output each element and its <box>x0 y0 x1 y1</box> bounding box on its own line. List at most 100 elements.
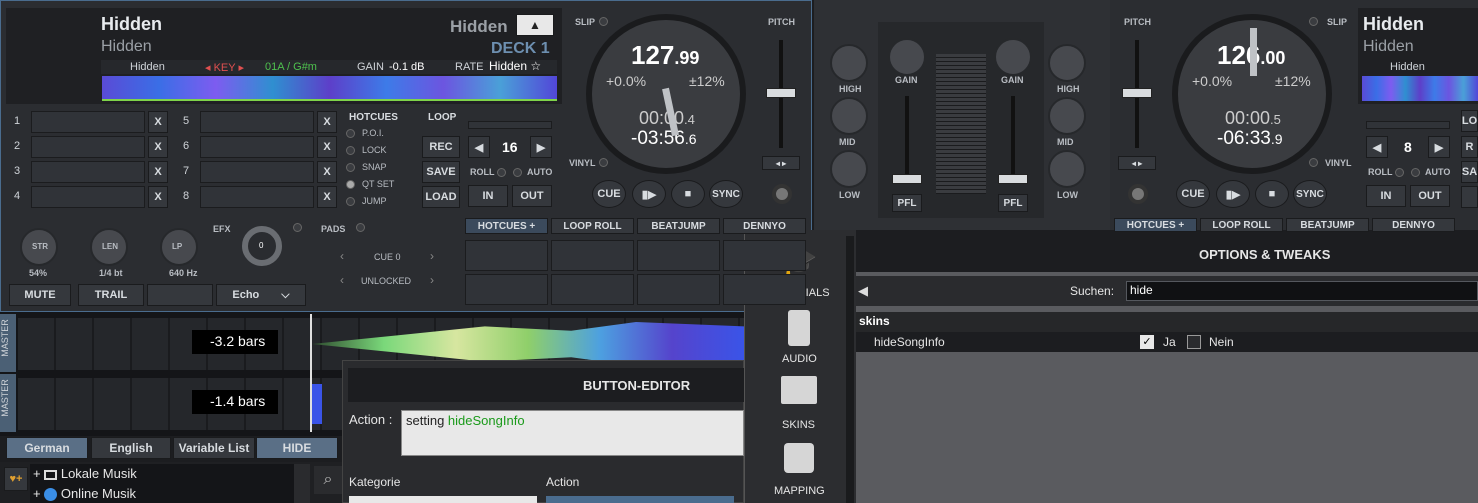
deck2-loop-out-button[interactable]: OUT <box>1410 185 1450 207</box>
search-input[interactable]: hide <box>1126 281 1478 301</box>
pad-prev2-icon[interactable]: ‹ <box>340 273 344 287</box>
gain-knob-right[interactable] <box>994 38 1032 76</box>
hotcue-slot[interactable] <box>31 111 145 133</box>
hotcue-delete-button[interactable]: X <box>317 111 337 133</box>
pad-tab[interactable]: LOOP ROLL <box>551 218 634 234</box>
volume-fader-right[interactable] <box>998 174 1028 184</box>
roll-toggle[interactable] <box>497 168 506 177</box>
hotcue-delete-button[interactable]: X <box>148 186 168 208</box>
hotcue-delete-button[interactable]: X <box>148 136 168 158</box>
deck2-pad-tab[interactable]: BEATJUMP <box>1286 218 1369 232</box>
fx-slot-empty[interactable] <box>147 284 213 306</box>
nein-checkbox[interactable] <box>1187 335 1201 349</box>
deck2-play-pause-button[interactable]: ▮▶ <box>1216 180 1250 208</box>
auto-toggle[interactable] <box>513 168 522 177</box>
ja-checkbox[interactable]: ✓ <box>1140 335 1154 349</box>
audio-icon[interactable] <box>788 310 810 346</box>
pitch-nudge[interactable]: ◂ ▸ <box>762 156 800 170</box>
volume-fader-left[interactable] <box>892 174 922 184</box>
loop-size-increase[interactable]: ▶ <box>530 136 552 158</box>
trail-button[interactable]: TRAIL <box>78 284 144 306</box>
loop-in-button[interactable]: IN <box>468 185 508 207</box>
sync-button[interactable]: SYNC <box>709 180 743 208</box>
pad-prev-icon[interactable]: ‹ <box>340 249 344 263</box>
deck2-overview-waveform[interactable] <box>1362 76 1478 101</box>
pfl-button-left[interactable]: PFL <box>892 194 922 212</box>
hotcue-option-toggle[interactable] <box>346 197 355 206</box>
pad-tab[interactable]: HOTCUES + <box>465 218 548 234</box>
hotcue-slot[interactable] <box>31 161 145 183</box>
loop-out-button[interactable]: OUT <box>512 185 552 207</box>
pad-tab[interactable]: BEATJUMP <box>637 218 720 234</box>
bottom-tab[interactable]: English <box>91 437 171 459</box>
sidebar-item-audio[interactable]: AUDIO <box>782 353 817 365</box>
stop-button[interactable]: ■ <box>671 180 705 208</box>
browser-item-local[interactable]: + Lokale Musik <box>33 466 137 481</box>
action-list[interactable] <box>546 496 734 503</box>
deck2-pitch-slider[interactable] <box>1122 88 1152 98</box>
pad[interactable] <box>465 274 548 305</box>
pad[interactable] <box>551 240 634 271</box>
deck2-vinyl-toggle[interactable] <box>1309 158 1318 167</box>
pad[interactable] <box>723 274 806 305</box>
deck2-stop-button[interactable]: ■ <box>1255 180 1289 208</box>
hotcue-slot[interactable] <box>200 111 314 133</box>
bottom-tab[interactable]: German <box>6 437 88 459</box>
deck2-loop-in-button[interactable]: IN <box>1366 185 1406 207</box>
bottom-tab[interactable]: Variable List <box>173 437 255 459</box>
load-button[interactable]: LOAD <box>422 186 460 208</box>
hotcue-option-toggle[interactable] <box>346 146 355 155</box>
hotcue-slot[interactable] <box>200 161 314 183</box>
deck2-auto-toggle[interactable] <box>1411 168 1420 177</box>
eq-knob-low-left[interactable] <box>830 150 868 188</box>
eq-knob-high-right[interactable] <box>1048 44 1086 82</box>
eq-knob-mid-right[interactable] <box>1048 97 1086 135</box>
hotcue-delete-button[interactable]: X <box>317 186 337 208</box>
sync-master-icon[interactable] <box>772 184 792 204</box>
deck2-pad-tab[interactable]: LOOP ROLL <box>1200 218 1283 232</box>
back-arrow-icon[interactable]: ◀ <box>858 283 868 299</box>
deck2-pad-tab[interactable]: HOTCUES + <box>1114 218 1197 232</box>
pfl-button-right[interactable]: PFL <box>998 194 1028 212</box>
pad[interactable] <box>723 240 806 271</box>
skins-icon[interactable] <box>781 376 817 404</box>
deck2-slip-toggle[interactable] <box>1309 17 1318 26</box>
slip-toggle[interactable] <box>599 17 608 26</box>
kategorie-list[interactable] <box>349 496 537 503</box>
eq-knob-high-left[interactable] <box>830 44 868 82</box>
sidebar-item-mapping[interactable]: MAPPING <box>774 485 825 497</box>
deck2-loop-size-decrease[interactable]: ◀ <box>1366 136 1388 158</box>
eq-knob-low-right[interactable] <box>1048 150 1086 188</box>
pad-next2-icon[interactable]: › <box>430 273 434 287</box>
sidebar-item-skins[interactable]: SKINS <box>782 419 815 431</box>
hotcue-slot[interactable] <box>200 136 314 158</box>
eq-knob-mid-left[interactable] <box>830 97 868 135</box>
save-button[interactable]: SAVE <box>422 161 460 183</box>
hotcue-delete-button[interactable]: X <box>148 161 168 183</box>
deck2-pad-tab[interactable]: DENNYO <box>1372 218 1455 232</box>
vinyl-toggle[interactable] <box>599 158 608 167</box>
deck2-sync-button[interactable]: SYNC <box>1293 180 1327 208</box>
hotcue-delete-button[interactable]: X <box>148 111 168 133</box>
deck2-cue-button[interactable]: CUE <box>1176 180 1210 208</box>
pad[interactable] <box>637 274 720 305</box>
deck2-roll-toggle[interactable] <box>1395 168 1404 177</box>
mapping-icon[interactable] <box>784 443 814 473</box>
deck2-lo-button[interactable]: LO <box>1461 110 1478 132</box>
hotcue-option-toggle[interactable] <box>346 163 355 172</box>
bottom-tab[interactable]: HIDE <box>256 437 338 459</box>
pads-toggle[interactable] <box>356 223 365 232</box>
mute-button[interactable]: MUTE <box>9 284 71 306</box>
browser-scrollbar[interactable] <box>294 464 310 503</box>
gain-knob-left[interactable] <box>888 38 926 76</box>
deck2-pitch-nudge[interactable]: ◂ ▸ <box>1118 156 1156 170</box>
hotcue-option-toggle[interactable] <box>346 180 355 189</box>
pad[interactable] <box>551 274 634 305</box>
hotcue-delete-button[interactable]: X <box>317 136 337 158</box>
eject-button[interactable]: ▲ <box>516 14 554 36</box>
browser-item-online[interactable]: + Online Musik <box>33 486 136 502</box>
favorites-add-icon[interactable]: ♥+ <box>4 467 28 491</box>
rec-button[interactable]: REC <box>422 136 460 158</box>
playhead[interactable] <box>310 314 312 432</box>
efx-toggle[interactable] <box>293 223 302 232</box>
